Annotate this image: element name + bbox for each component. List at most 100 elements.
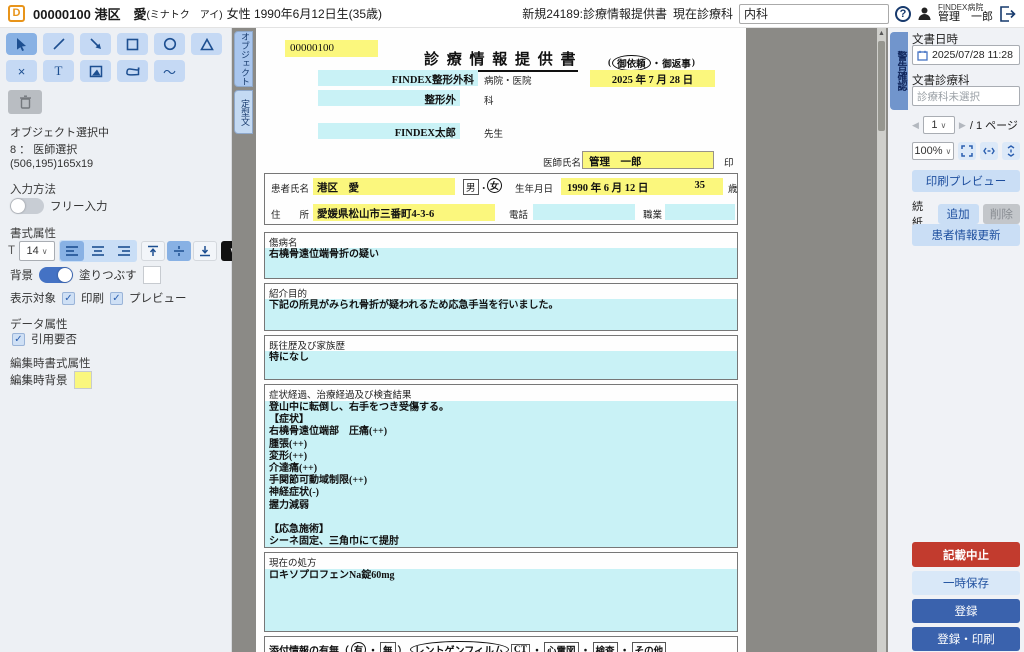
- text-tool-button[interactable]: T: [43, 60, 74, 82]
- select-tool-button[interactable]: [6, 33, 37, 55]
- document-type-label: 新規24189:診療情報提供書: [522, 5, 667, 22]
- cross-tool-button[interactable]: ×: [6, 60, 37, 82]
- section-text-field[interactable]: 登山中に転倒し、右手をつき受傷する。 【症状】 右橈骨遠位端部 圧痛(++) 腫…: [265, 401, 737, 547]
- fit-height-button[interactable]: [1002, 142, 1020, 160]
- address-field[interactable]: 愛媛県松山市三番町4-3-6: [313, 204, 495, 221]
- attachment-yes-circled[interactable]: 有: [351, 642, 366, 652]
- align-left-button[interactable]: [60, 241, 84, 261]
- separator-dot: ・: [532, 642, 542, 652]
- section-referral-purpose: 紹介目的 下記の所見がみられ骨折が疑われるため応急手当を行いました。: [264, 283, 738, 331]
- tab-objects[interactable]: オブジェクト: [234, 31, 253, 87]
- phone-field[interactable]: [533, 204, 635, 220]
- gender-male-option[interactable]: 男: [463, 179, 479, 195]
- title-bar: D 00000100 港区 愛 (ミナトク アイ) 女性 1990年6月12日生…: [0, 0, 1024, 28]
- request-option-circled[interactable]: 御依頼: [612, 55, 651, 71]
- document-page[interactable]: 00000100 診 療 情 報 提 供 書 ( 御依頼 ・ 御返事 ) FIN…: [256, 28, 746, 652]
- arrow-icon: [89, 37, 103, 51]
- edit-background-swatch[interactable]: [74, 371, 92, 389]
- line-tool-button[interactable]: [43, 33, 74, 55]
- valign-bottom-button[interactable]: [193, 241, 217, 261]
- tab-warning-check[interactable]: 警告確認: [890, 32, 908, 110]
- register-print-button[interactable]: 登録・印刷: [912, 627, 1020, 651]
- doc-datetime-field[interactable]: 2025/07/28 11:28: [912, 45, 1020, 65]
- attachment-paren-close: ）: [398, 642, 408, 652]
- page-next-icon[interactable]: ▶: [959, 120, 966, 131]
- reply-option[interactable]: 御返事: [662, 56, 691, 70]
- address-label: 住 所: [271, 207, 309, 221]
- scrollbar-thumb[interactable]: [878, 41, 885, 131]
- attachment-info-row: 添付情報の有無（ 有 ・ 無 ） レントゲンフィルム CT ・ 心電図 ・ 検査…: [264, 636, 738, 652]
- rectangle-icon: [126, 38, 139, 51]
- free-input-toggle[interactable]: [10, 198, 44, 214]
- font-size-select[interactable]: 14 ∨: [19, 241, 55, 261]
- birthdate-field[interactable]: 1990 年 6 月 12 日 35: [561, 178, 723, 195]
- triangle-tool-button[interactable]: [191, 33, 222, 55]
- preview-checkbox[interactable]: ✓: [110, 292, 123, 305]
- section-text-field[interactable]: 右橈骨遠位端骨折の疑い: [265, 248, 737, 278]
- display-target-label: 表示対象: [10, 290, 56, 306]
- register-button[interactable]: 登録: [912, 599, 1020, 623]
- logout-icon[interactable]: [999, 6, 1016, 22]
- valign-top-button[interactable]: [141, 241, 165, 261]
- image-tool-button[interactable]: [80, 60, 111, 82]
- attachment-item-ecg[interactable]: 心電図: [544, 642, 579, 652]
- fill-color-swatch[interactable]: [143, 266, 161, 284]
- current-department-label: 現在診療科: [673, 5, 733, 22]
- attachment-item-xray-circled[interactable]: レントゲンフィルム: [410, 641, 509, 652]
- delete-object-button[interactable]: [8, 90, 42, 114]
- page-prev-icon[interactable]: ◀: [912, 120, 919, 131]
- valign-middle-button[interactable]: [167, 241, 191, 261]
- input-method-label: 入力方法: [10, 181, 56, 197]
- paren-close: ): [692, 58, 695, 68]
- fill-label: 塗りつぶす: [79, 267, 137, 283]
- job-field[interactable]: [665, 204, 735, 220]
- addressee-doctor-field[interactable]: FINDEX太郎: [318, 123, 460, 139]
- page-select[interactable]: 1 ∨: [923, 116, 955, 134]
- attachment-no-option[interactable]: 無: [380, 642, 396, 652]
- attachment-item-test[interactable]: 検査: [593, 642, 618, 652]
- referral-hospital-field[interactable]: FINDEX整形外科: [318, 70, 478, 86]
- delete-page-button[interactable]: 削除: [983, 204, 1020, 224]
- add-page-button[interactable]: 追加: [938, 204, 979, 224]
- abort-entry-button[interactable]: 記載中止: [912, 542, 1020, 567]
- fit-page-button[interactable]: [958, 142, 976, 160]
- referral-department-field[interactable]: 整形外: [318, 90, 460, 106]
- patient-info-update-button[interactable]: 患者情報更新: [912, 224, 1020, 246]
- section-text-field[interactable]: 特になし: [265, 351, 737, 379]
- quote-required-checkbox[interactable]: ✓: [12, 333, 25, 346]
- patient-name-field[interactable]: 港区 愛: [313, 178, 455, 195]
- zoom-select[interactable]: 100% ∨: [912, 142, 954, 160]
- separator-dot: ・: [652, 56, 662, 70]
- attachment-item-ct[interactable]: CT: [511, 644, 530, 652]
- document-date-field[interactable]: 2025 年 7 月 28 日: [590, 70, 715, 87]
- gender-female-option-circled[interactable]: 女: [487, 178, 502, 193]
- section-text-field[interactable]: ロキソプロフェンNa錠60mg: [265, 569, 737, 631]
- logged-in-user: FINDEX病院 管理 一郎: [938, 4, 993, 23]
- ellipse-tool-button[interactable]: [154, 33, 185, 55]
- doctor-name-field-selected[interactable]: 管理 一郎: [582, 151, 714, 169]
- document-title: 診 療 情 報 提 供 書: [424, 48, 578, 72]
- fill-toggle[interactable]: [39, 267, 73, 283]
- current-department-input[interactable]: [739, 4, 889, 24]
- align-right-button[interactable]: [112, 241, 136, 261]
- temp-save-button[interactable]: 一時保存: [912, 571, 1020, 595]
- help-icon[interactable]: ?: [895, 6, 911, 22]
- rectangle-tool-button[interactable]: [117, 33, 148, 55]
- section-text-field[interactable]: 下記の所見がみられ骨折が疑われるため応急手当を行いました。: [265, 299, 737, 330]
- arrow-tool-button[interactable]: [80, 33, 111, 55]
- canvas-scrollbar[interactable]: ▲: [877, 28, 886, 652]
- valign-middle-icon: [173, 245, 185, 257]
- polygon-tool-button[interactable]: [117, 60, 148, 82]
- fit-width-button[interactable]: [980, 142, 998, 160]
- document-patient-id-field[interactable]: 00000100: [285, 40, 378, 57]
- tab-templates[interactable]: 定型文: [234, 90, 253, 134]
- doc-department-placeholder: 診療科未選択: [917, 89, 980, 104]
- align-center-button[interactable]: [86, 241, 110, 261]
- doc-department-input[interactable]: 診療科未選択: [912, 86, 1020, 106]
- print-preview-button[interactable]: 印刷プレビュー: [912, 170, 1020, 192]
- scroll-up-icon[interactable]: ▲: [877, 28, 886, 40]
- curve-tool-button[interactable]: ～: [154, 60, 185, 82]
- data-attrs-label: データ属性: [10, 316, 68, 332]
- print-checkbox[interactable]: ✓: [62, 292, 75, 305]
- attachment-item-other[interactable]: その他: [632, 642, 667, 652]
